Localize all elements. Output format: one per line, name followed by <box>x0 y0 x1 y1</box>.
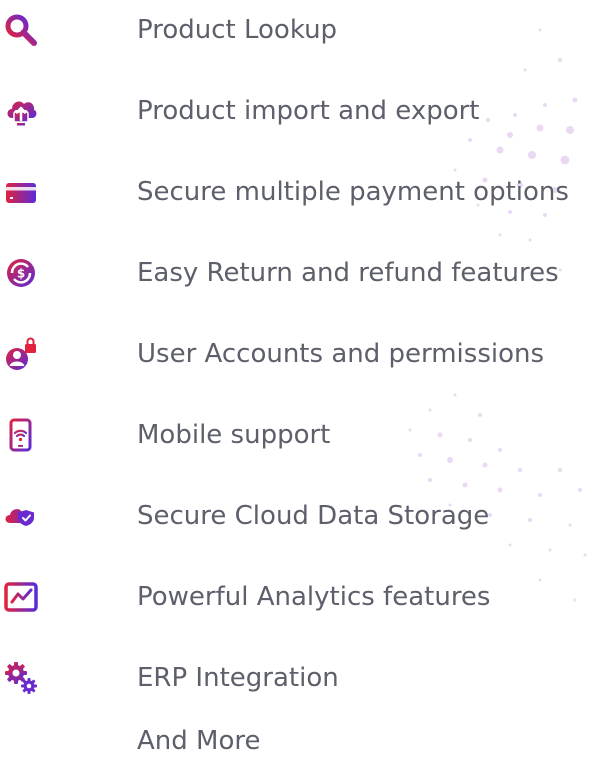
feature-label: ERP Integration <box>137 663 339 693</box>
feature-label: Product Lookup <box>137 15 338 45</box>
svg-text:$: $ <box>17 267 25 281</box>
feature-label: Mobile support <box>137 420 331 450</box>
feature-label: And More <box>137 726 261 756</box>
feature-label: User Accounts and permissions <box>137 339 545 369</box>
credit-card-icon <box>6 183 36 203</box>
cloud-upload-icon <box>7 101 37 126</box>
feature-item-analytics: Powerful Analytics features <box>0 571 595 631</box>
feature-list: Product Lookup Product import and export… <box>0 0 595 772</box>
feature-item-mobile-support: Mobile support <box>0 409 595 469</box>
feature-label: Powerful Analytics features <box>137 582 491 612</box>
refund-icon: $ <box>7 259 35 287</box>
feature-label: Secure multiple payment options <box>137 177 569 207</box>
feature-label: Secure Cloud Data Storage <box>137 501 490 531</box>
user-lock-icon <box>6 337 36 370</box>
cloud-shield-icon <box>5 509 34 526</box>
mobile-wifi-icon <box>9 418 32 452</box>
gears-icon <box>5 662 37 694</box>
feature-item-user-accounts: User Accounts and permissions <box>0 328 595 388</box>
feature-label: Easy Return and refund features <box>137 258 559 288</box>
feature-item-return-refund: $ Easy Return and refund features <box>0 247 595 307</box>
feature-item-cloud-storage: Secure Cloud Data Storage <box>0 490 595 550</box>
feature-item-erp-integration: ERP Integration <box>0 652 595 712</box>
feature-item-product-import-export: Product import and export <box>0 85 595 145</box>
feature-label: Product import and export <box>137 96 480 126</box>
feature-item-and-more: And More <box>0 715 595 775</box>
feature-item-product-lookup: Product Lookup <box>0 4 595 64</box>
analytics-icon <box>4 582 38 612</box>
feature-item-secure-payment: Secure multiple payment options <box>0 166 595 226</box>
search-icon <box>5 14 37 46</box>
